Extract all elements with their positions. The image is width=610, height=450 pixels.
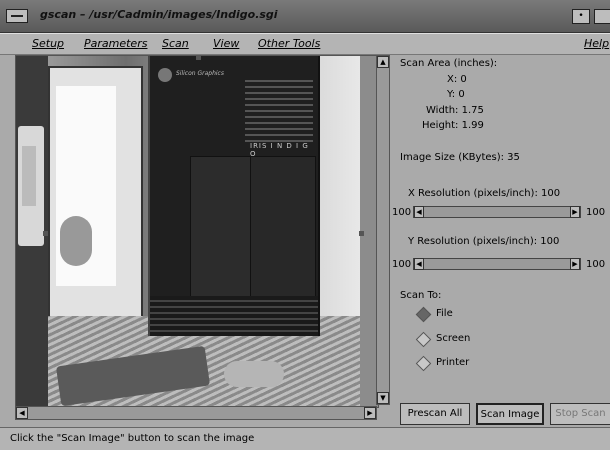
slider-right-arrow-icon[interactable]: ▶ — [570, 258, 580, 270]
radio-screen-label[interactable]: Screen — [436, 333, 470, 344]
preview-horizontal-scrollbar[interactable]: ◀ ▶ — [15, 406, 377, 420]
menu-scan[interactable]: Scan — [162, 37, 189, 50]
x-resolution-min: 100 — [392, 207, 412, 218]
menu-view[interactable]: View — [213, 37, 239, 50]
stop-scan-button[interactable]: Stop Scan — [550, 403, 610, 425]
slider-right-arrow-icon[interactable]: ▶ — [570, 206, 580, 218]
x-resolution-max: 100 — [586, 207, 606, 218]
y-resolution-slider[interactable]: ◀ ▶ — [413, 258, 581, 270]
slider-left-arrow-icon[interactable]: ◀ — [414, 258, 424, 270]
window-menu-button[interactable] — [6, 9, 28, 23]
radio-file[interactable] — [415, 306, 432, 323]
scan-settings-panel: Scan Area (inches): X: 0 Y: 0 Width: 1.7… — [392, 55, 610, 425]
selection-handle-top[interactable] — [196, 56, 201, 60]
scan-area-x: X: 0 — [447, 74, 467, 85]
menu-parameters[interactable]: Parameters — [84, 37, 147, 50]
menu-help[interactable]: Help — [584, 37, 609, 50]
radio-file-label[interactable]: File — [436, 308, 453, 319]
title-bar: gscan – /usr/Cadmin/images/Indigo.sgi • — [0, 0, 610, 33]
scan-preview-frame: Silicon Graphics IRIS I N D I G O — [15, 55, 379, 408]
radio-printer-label[interactable]: Printer — [436, 357, 469, 368]
scan-area-width: Width: 1.75 — [426, 105, 484, 116]
x-resolution-slider[interactable]: ◀ ▶ — [413, 206, 581, 218]
y-resolution-min: 100 — [392, 259, 412, 270]
preview-vertical-scrollbar[interactable]: ▲ ▼ — [376, 55, 390, 405]
selection-handle-right[interactable] — [359, 231, 364, 236]
scan-to-label: Scan To: — [400, 290, 442, 301]
prescan-all-button[interactable]: Prescan All — [400, 403, 470, 425]
y-resolution-label: Y Resolution (pixels/inch): 100 — [408, 236, 560, 247]
scroll-right-arrow-icon[interactable]: ▶ — [364, 407, 376, 419]
sgi-logo-icon — [158, 68, 172, 82]
scroll-up-arrow-icon[interactable]: ▲ — [377, 56, 389, 68]
y-resolution-max: 100 — [586, 259, 606, 270]
scan-area-y: Y: 0 — [447, 89, 465, 100]
image-size-label: Image Size (KBytes): 35 — [400, 152, 520, 163]
scanned-photo: Silicon Graphics IRIS I N D I G O — [48, 56, 360, 407]
menu-other-tools[interactable]: Other Tools — [258, 37, 320, 50]
gscan-window: gscan – /usr/Cadmin/images/Indigo.sgi • … — [0, 0, 610, 450]
indigo-case: Silicon Graphics IRIS I N D I G O — [148, 56, 320, 336]
scan-image-button[interactable]: Scan Image — [476, 403, 544, 425]
radio-screen[interactable] — [415, 331, 432, 348]
scroll-down-arrow-icon[interactable]: ▼ — [377, 392, 389, 404]
x-resolution-label: X Resolution (pixels/inch): 100 — [408, 188, 561, 199]
status-bar: Click the "Scan Image" button to scan th… — [0, 427, 610, 450]
slider-left-arrow-icon[interactable]: ◀ — [414, 206, 424, 218]
scan-area-title: Scan Area (inches): — [400, 58, 498, 69]
minimize-button[interactable]: • — [572, 9, 590, 24]
menu-setup[interactable]: Setup — [32, 37, 64, 50]
vent-grille — [245, 76, 313, 146]
radio-printer[interactable] — [415, 355, 432, 372]
scroll-left-arrow-icon[interactable]: ◀ — [16, 407, 28, 419]
window-title: gscan – /usr/Cadmin/images/Indigo.sgi — [40, 8, 278, 21]
selection-handle-left[interactable] — [43, 231, 48, 236]
menu-bar: Setup Parameters Scan View Other Tools H… — [0, 33, 610, 55]
logo-text: Silicon Graphics — [176, 70, 224, 77]
status-message: Click the "Scan Image" button to scan th… — [10, 433, 255, 444]
scan-area-height: Height: 1.99 — [422, 120, 484, 131]
maximize-button[interactable] — [594, 9, 610, 24]
